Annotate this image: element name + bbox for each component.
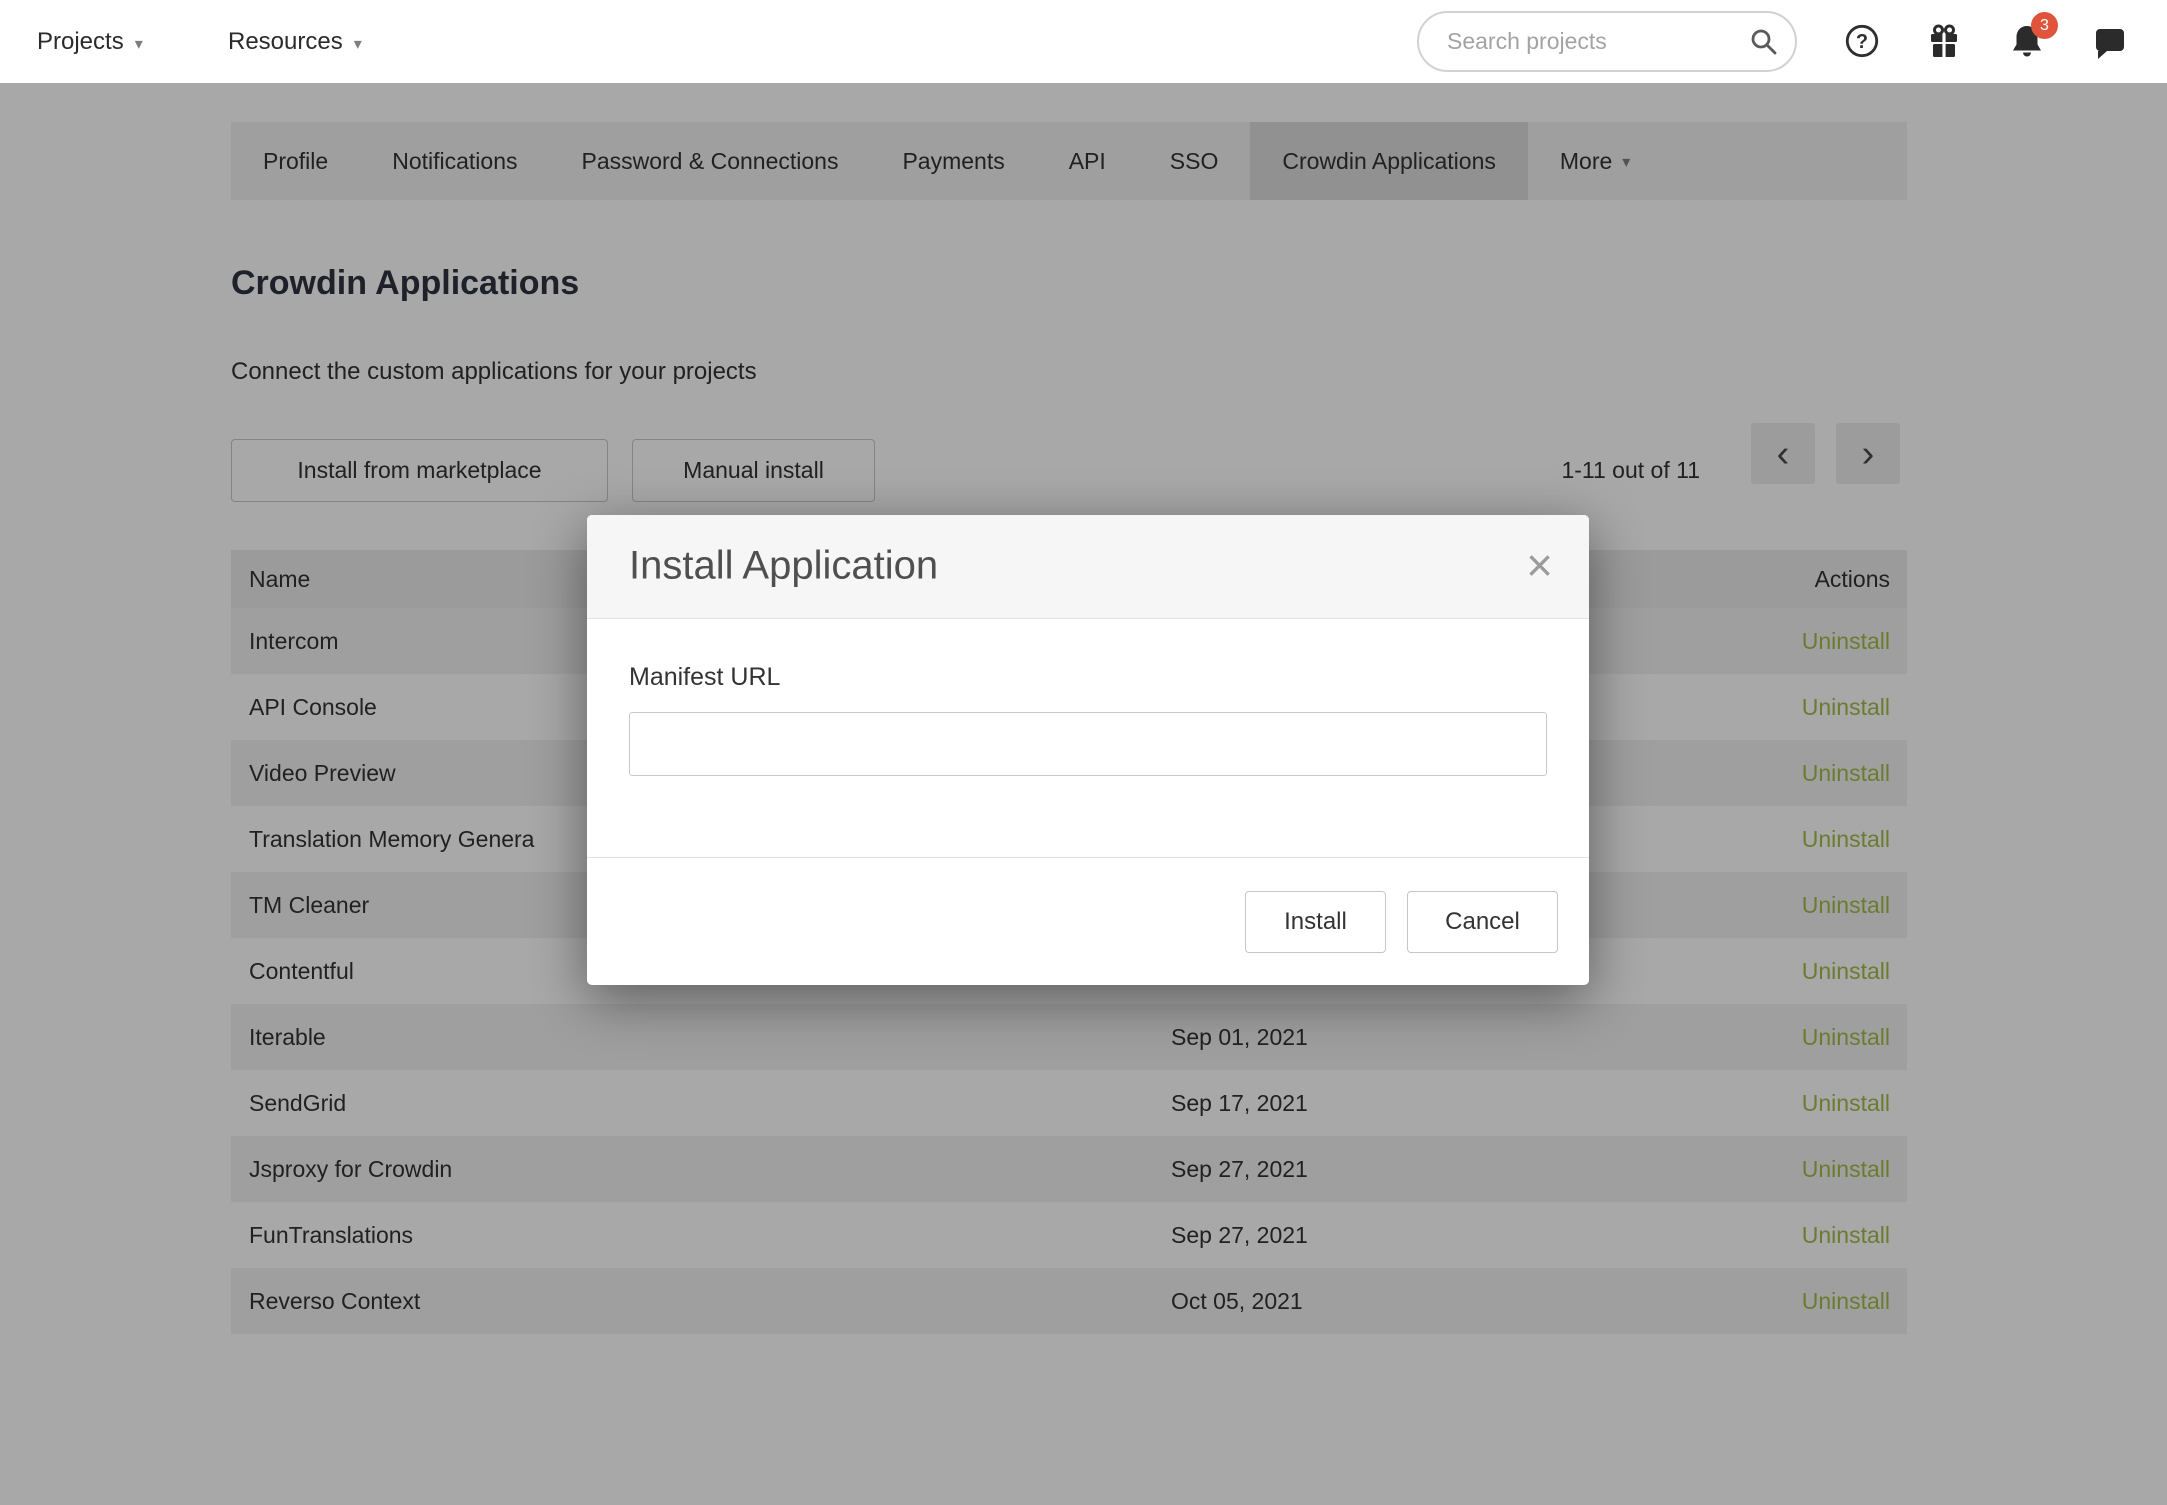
manifest-url-label: Manifest URL [629,663,1547,692]
install-application-modal: Install Application × Manifest URL Insta… [587,515,1589,985]
bell-icon [2007,48,2047,65]
notification-badge: 3 [2031,12,2058,39]
gift-icon [1924,48,1964,65]
chevron-down-icon: ▾ [354,34,362,54]
projects-menu[interactable]: Projects ▾ [37,0,143,83]
install-button[interactable]: Install [1245,891,1386,953]
manifest-url-input[interactable] [629,712,1547,776]
modal-header: Install Application × [587,515,1589,619]
svg-text:?: ? [1856,31,1868,53]
messages-button[interactable] [2090,23,2130,63]
top-navbar: Projects ▾ Resources ▾ ? [0,0,2167,83]
modal-body: Manifest URL [587,619,1589,776]
chevron-down-icon: ▾ [135,34,143,54]
resources-menu[interactable]: Resources ▾ [228,0,362,83]
modal-footer: Install Cancel [587,857,1589,985]
help-icon: ? [1843,47,1881,64]
cancel-button[interactable]: Cancel [1407,891,1558,953]
notifications-button[interactable]: 3 [2007,21,2047,61]
search-box [1417,11,1797,72]
gift-button[interactable] [1924,21,1964,61]
close-icon[interactable]: × [1526,542,1553,588]
chat-icon [2090,50,2130,67]
resources-menu-label: Resources [228,28,343,56]
modal-title: Install Application [629,543,938,588]
search-icon[interactable] [1749,27,1779,62]
search-input[interactable] [1417,11,1797,72]
projects-menu-label: Projects [37,28,124,56]
help-button[interactable]: ? [1843,22,1883,62]
